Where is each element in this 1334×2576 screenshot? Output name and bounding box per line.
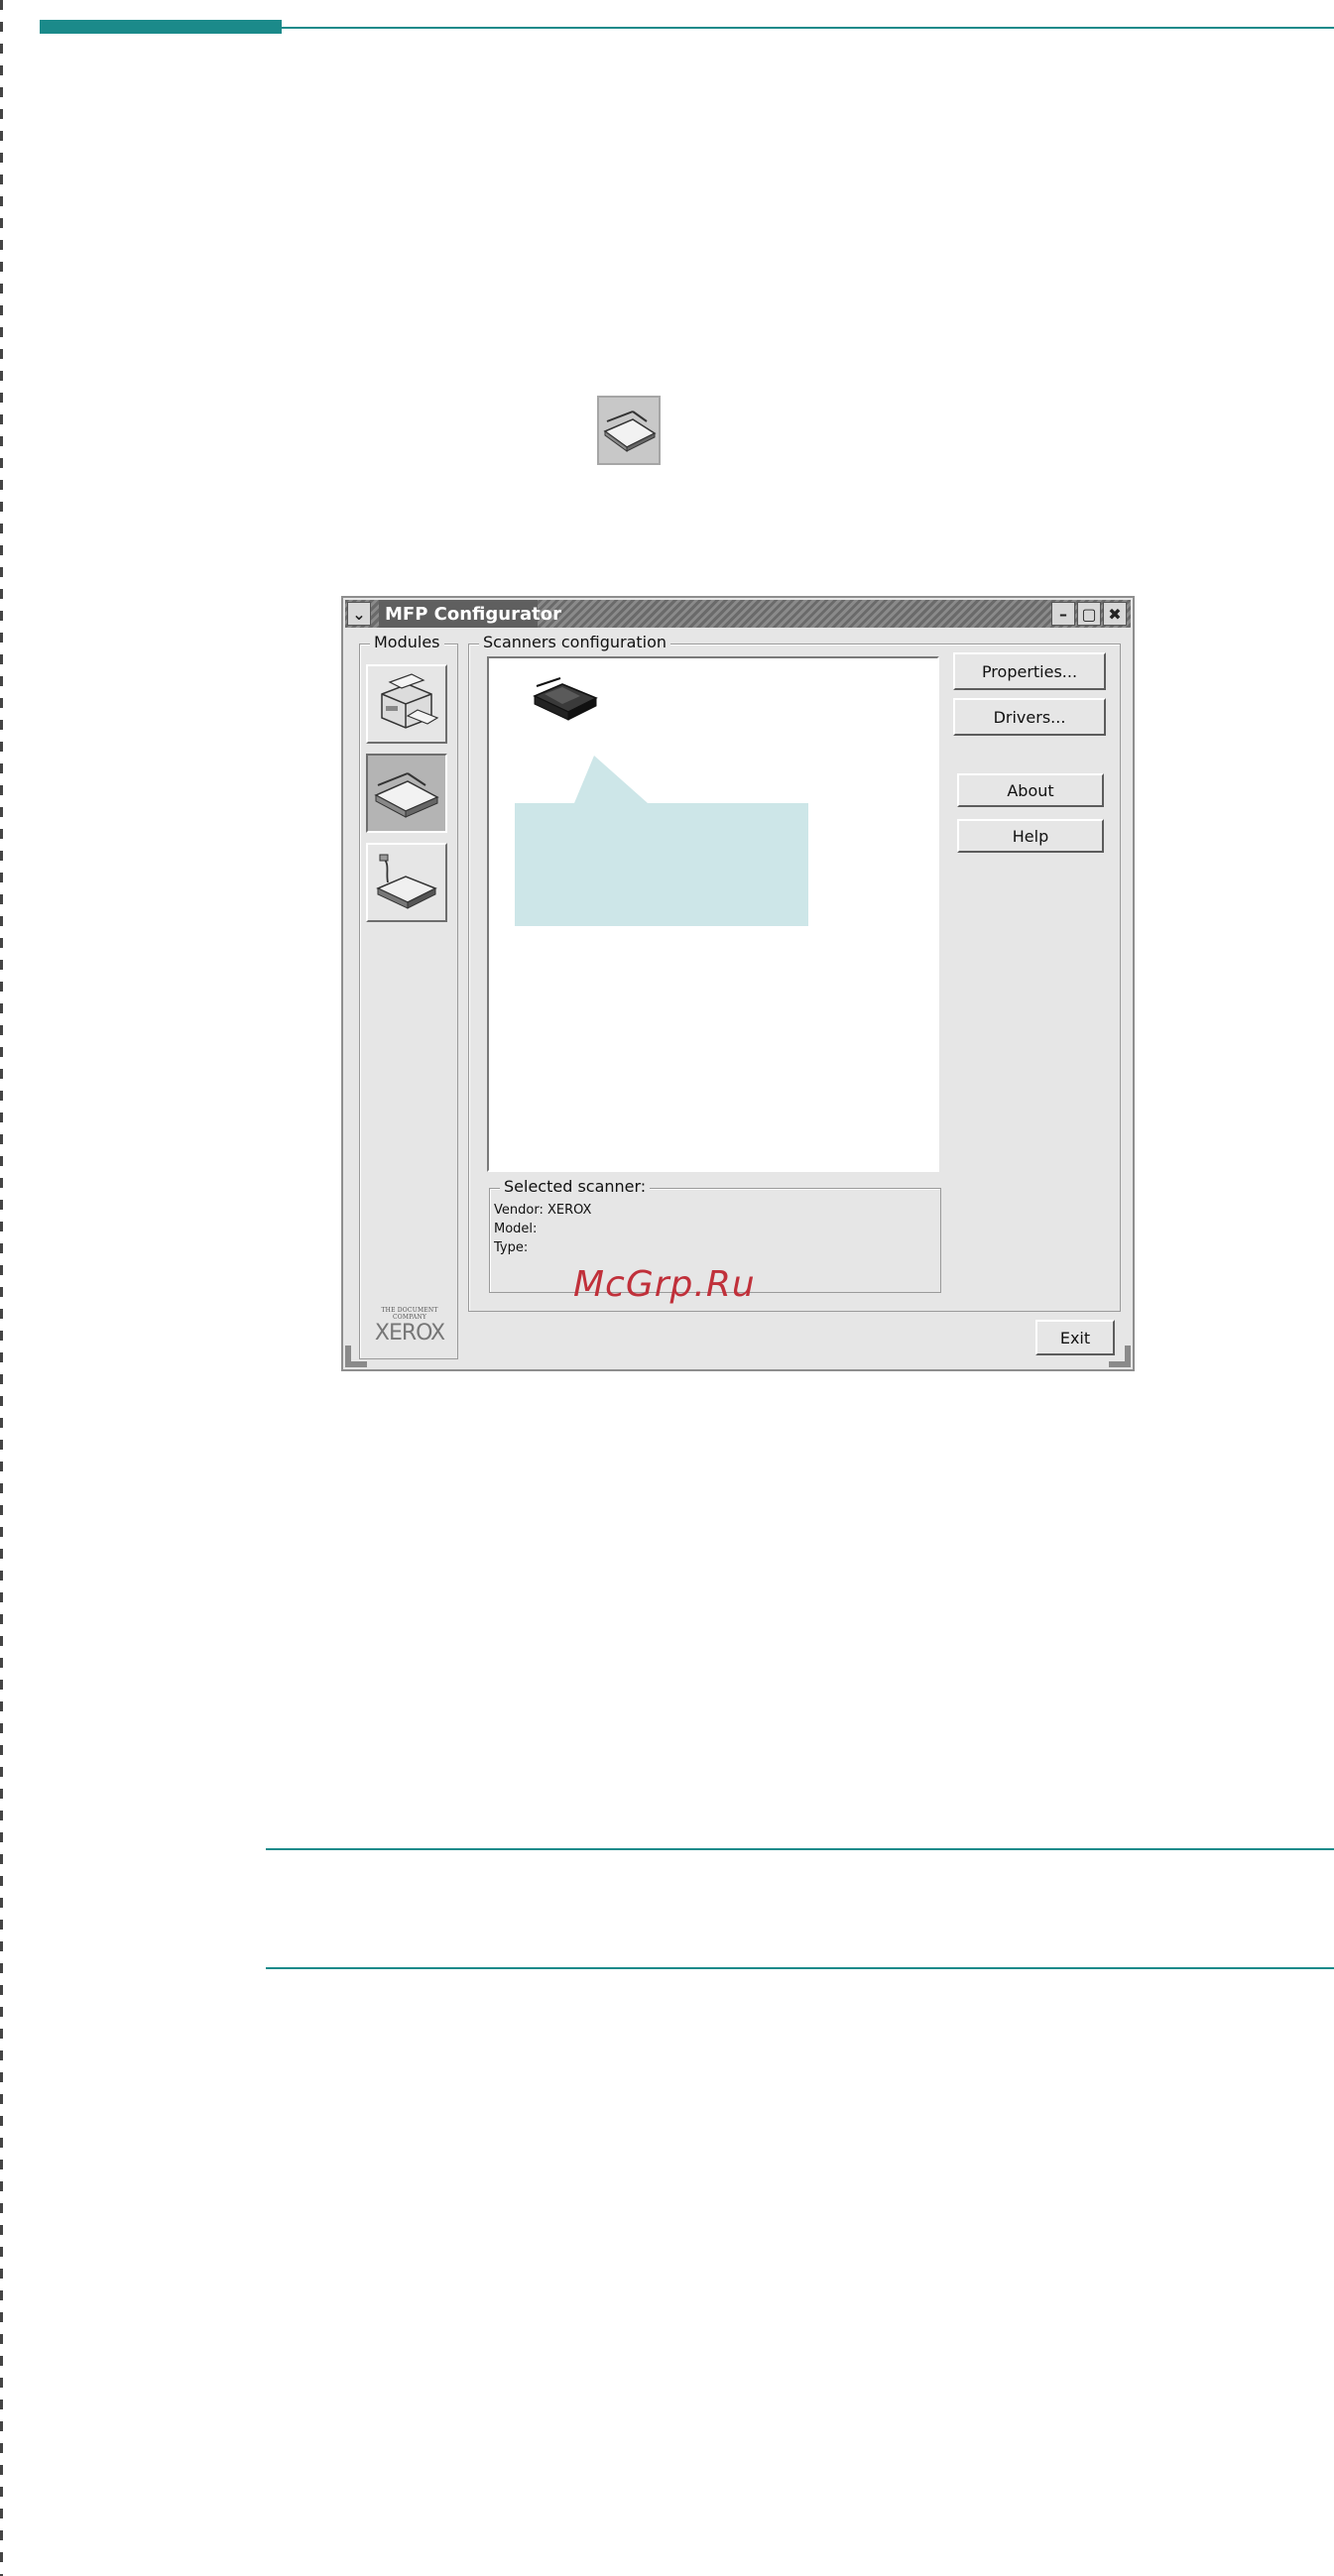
list-item[interactable] — [531, 674, 602, 730]
vendor-label: Vendor: XEROX — [494, 1203, 592, 1218]
xerox-logo: THE DOCUMENT COMPANY XEROX — [370, 1307, 449, 1346]
xerox-tagline: THE DOCUMENT COMPANY — [381, 1307, 438, 1321]
maximize-button[interactable]: ▢ — [1077, 602, 1101, 626]
minimize-button[interactable]: – — [1051, 602, 1075, 626]
page-margin-dashes — [0, 0, 3, 2576]
model-label: Model: — [494, 1222, 538, 1236]
window-title: MFP Configurator — [385, 604, 561, 625]
scanners-configuration-title: Scanners configuration — [479, 633, 671, 651]
scanner-icon — [374, 772, 439, 818]
maximize-icon: ▢ — [1081, 604, 1097, 624]
modules-group: Modules THE DOCUMENT COMPANY XEROX — [359, 633, 458, 1359]
printer-icon — [381, 673, 439, 729]
title-bar[interactable]: ⌄ MFP Configurator – ▢ ✖ — [345, 600, 1131, 628]
header-rule — [282, 27, 1334, 29]
minimize-icon: – — [1059, 604, 1067, 624]
printers-module-button[interactable] — [366, 664, 447, 744]
note-top-rule — [266, 1848, 1334, 1850]
xerox-logo-text: XEROX — [374, 1321, 445, 1346]
type-label: Type: — [494, 1240, 529, 1255]
exit-button[interactable]: Exit — [1035, 1320, 1115, 1355]
mfp-configurator-window: ⌄ MFP Configurator – ▢ ✖ Modules THE DOC… — [341, 596, 1135, 1371]
watermark-text: McGrp.Ru — [573, 1264, 756, 1305]
scanner-device-icon — [533, 677, 598, 721]
selected-scanner-title: Selected scanner: — [500, 1177, 651, 1196]
resize-handle-right-bottom[interactable] — [1109, 1361, 1131, 1367]
properties-button[interactable]: Properties... — [953, 652, 1106, 690]
scanners-module-button[interactable] — [366, 754, 447, 833]
close-icon: ✖ — [1108, 604, 1122, 624]
scanner-icon — [603, 410, 657, 452]
port-device-icon — [376, 854, 437, 909]
chevron-down-icon: ⌄ — [352, 604, 366, 624]
drivers-button[interactable]: Drivers... — [953, 698, 1106, 736]
scanner-list[interactable] — [487, 656, 939, 1172]
about-button[interactable]: About — [957, 773, 1104, 807]
ports-module-button[interactable] — [366, 843, 447, 922]
callout-annotation — [515, 756, 808, 926]
resize-handle-left-bottom[interactable] — [345, 1361, 367, 1367]
scanners-configuration-group: Scanners configuration Selected scanner:… — [468, 633, 1121, 1312]
close-button[interactable]: ✖ — [1103, 602, 1127, 626]
window-menu-button[interactable]: ⌄ — [347, 602, 371, 626]
header-accent-bar — [40, 20, 282, 34]
help-button[interactable]: Help — [957, 819, 1104, 853]
scanner-toolbar-icon — [597, 396, 661, 465]
modules-title: Modules — [370, 633, 444, 651]
note-bottom-rule — [266, 1967, 1334, 1969]
